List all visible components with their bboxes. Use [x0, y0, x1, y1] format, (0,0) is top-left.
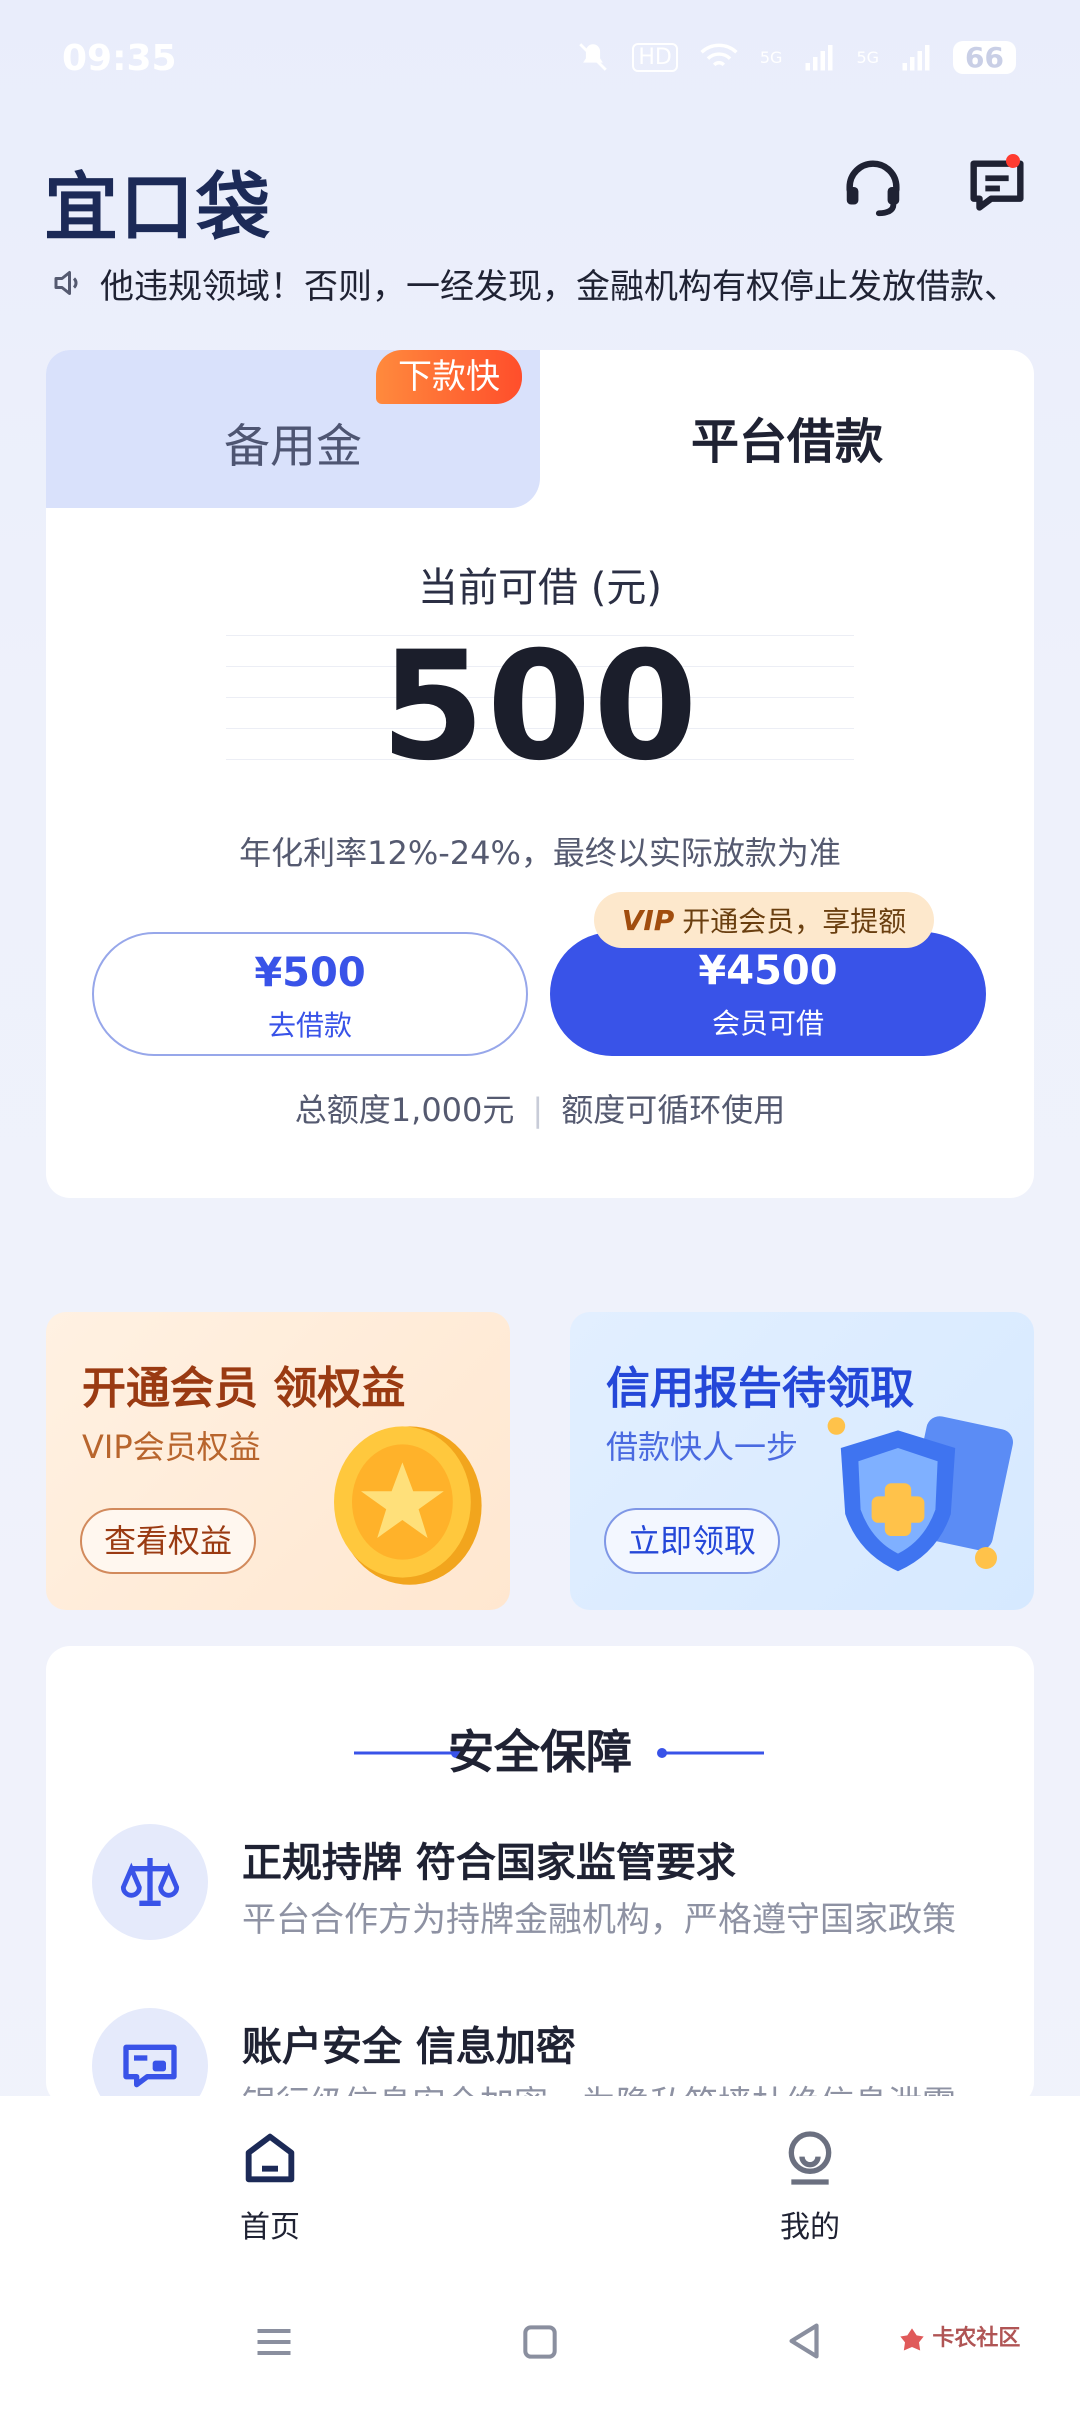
app-logo: 宜口袋	[44, 165, 272, 251]
title-decoration-right	[657, 1748, 764, 1758]
headset-icon[interactable]	[838, 152, 908, 222]
separator: |	[532, 1091, 544, 1129]
watermark-text: 卡农社区	[932, 2326, 1021, 2351]
member-promo-title: 开通会员 领权益	[82, 1363, 406, 1414]
borrow-amount: ¥500	[254, 950, 366, 996]
security-item-desc: 平台合作方为持牌金融机构，严格遵守国家政策	[242, 1900, 956, 1940]
status-time: 09:35	[62, 38, 177, 79]
available-amount: 500	[380, 620, 700, 794]
signal-icon-2	[902, 45, 930, 71]
security-title: 安全保障	[448, 1725, 632, 1779]
nav-mine[interactable]: 我的	[710, 2126, 910, 2246]
profile-icon	[788, 2131, 832, 2185]
secure-chat-icon	[123, 2044, 177, 2088]
scale-icon	[120, 1858, 180, 1906]
menu-icon[interactable]	[252, 2320, 296, 2364]
credit-report-promo-card[interactable]: 信用报告待领取 借款快人一步 立即领取	[570, 1312, 1034, 1610]
coin-icon	[334, 1426, 482, 1585]
fast-badge: 下款快	[376, 350, 522, 404]
rate-text: 年化利率12%-24%，最终以实际放款为准	[239, 834, 841, 872]
security-item-title: 正规持牌 符合国家监管要求	[242, 1840, 736, 1886]
total-limit: 总额度1,000元	[294, 1091, 515, 1129]
notice-text: 他违规领域！否则，一经发现，金融机构有权停止发放借款、	[100, 266, 1018, 307]
member-promo-subtitle: VIP会员权益	[82, 1428, 261, 1466]
member-borrow-button[interactable]: ¥4500 会员可借	[550, 932, 986, 1056]
battery-indicator: 66	[953, 40, 1016, 74]
signal-icon	[805, 45, 833, 71]
nav-home[interactable]: 首页	[170, 2126, 370, 2246]
borrow-label: 去借款	[267, 1009, 352, 1042]
total-limit-line: 总额度1,000元 | 额度可循环使用	[46, 1085, 1034, 1131]
member-label: 会员可借	[711, 1007, 824, 1040]
shield-icon	[827, 1416, 1013, 1572]
available-label: 当前可借 (元)	[418, 565, 662, 611]
view-benefits-button[interactable]: 查看权益	[80, 1508, 257, 1574]
tab-platform-label[interactable]: 平台借款	[540, 402, 1034, 472]
borrow-button[interactable]: ¥500 去借款	[92, 932, 528, 1056]
hd-label: HD	[632, 42, 678, 72]
cycle-text: 额度可循环使用	[561, 1091, 786, 1129]
message-icon[interactable]	[962, 152, 1032, 222]
vip-logo: VIP	[621, 903, 675, 937]
security-item-title: 账户安全 信息加密	[242, 2024, 576, 2070]
vip-tag[interactable]: VIP 开通会员，享提额	[594, 892, 934, 948]
credit-promo-subtitle: 借款快人一步	[606, 1428, 799, 1466]
home-icon	[245, 2133, 295, 2183]
bottom-navigation: 首页 我的	[0, 2096, 1080, 2278]
member-amount: ¥4500	[698, 948, 838, 994]
back-icon[interactable]	[782, 2318, 828, 2364]
watermark-logo-icon	[900, 2327, 924, 2350]
member-promo-card[interactable]: 开通会员 领权益 VIP会员权益 查看权益	[46, 1312, 510, 1610]
signal-5g-label-2: 5G	[856, 47, 880, 67]
speaker-icon	[54, 271, 78, 295]
loan-card: 备用金 下款快 平台借款 当前可借 (元) 500 年化利率12%-24%，最终…	[46, 350, 1034, 1198]
secure-account-icon-wrapper	[92, 2008, 208, 2106]
security-section: 安全保障 正规持牌 符合国家监管要求 平台合作方为持牌金融机构，严格遵守国家政策…	[46, 1646, 1034, 2106]
notice-bar[interactable]: 他违规领域！否则，一经发现，金融机构有权停止发放借款、	[50, 258, 1040, 308]
unread-dot	[1006, 154, 1020, 168]
watermark: 卡农社区	[898, 2320, 1020, 2354]
nav-mine-label: 我的	[780, 2210, 840, 2245]
vip-tag-text: 开通会员，享提额	[682, 905, 907, 938]
tab-reserve-label[interactable]: 备用金	[46, 410, 540, 476]
wifi-icon	[700, 43, 738, 67]
mute-icon	[579, 43, 608, 71]
signal-5g-label-1: 5G	[759, 47, 783, 67]
status-icons: HD 5G 5G 66	[576, 40, 1016, 74]
home-square-icon[interactable]	[518, 2320, 562, 2364]
nav-home-label: 首页	[240, 2210, 300, 2245]
scale-icon-wrapper	[92, 1824, 208, 1940]
claim-now-button[interactable]: 立即领取	[604, 1508, 781, 1574]
